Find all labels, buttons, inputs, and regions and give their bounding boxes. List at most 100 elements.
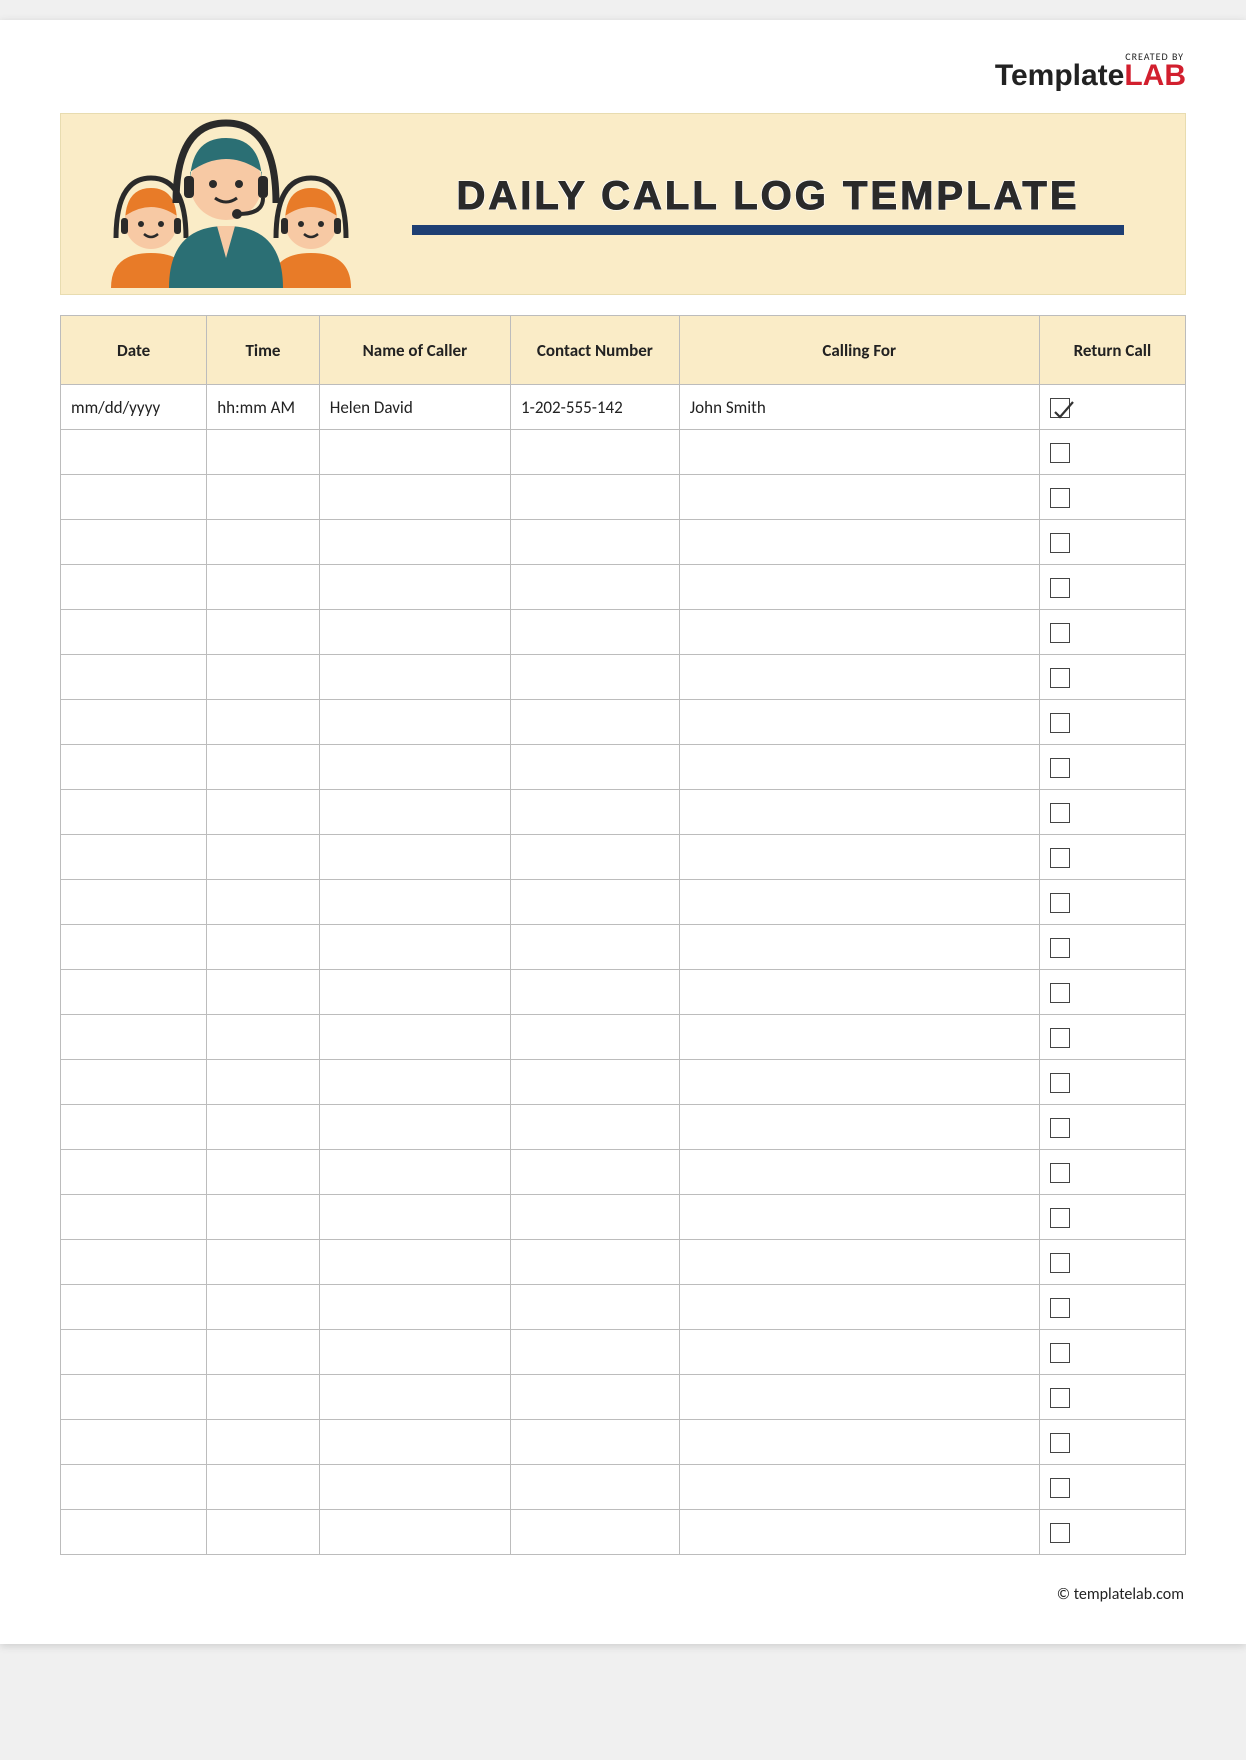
cell-name[interactable]	[319, 1420, 510, 1465]
cell-calling_for[interactable]	[679, 1330, 1039, 1375]
cell-date[interactable]	[61, 1285, 207, 1330]
cell-calling_for[interactable]	[679, 1150, 1039, 1195]
cell-calling_for[interactable]	[679, 610, 1039, 655]
return-call-checkbox[interactable]	[1050, 578, 1070, 598]
return-call-checkbox[interactable]	[1050, 533, 1070, 553]
cell-contact[interactable]	[511, 610, 680, 655]
cell-time[interactable]	[207, 1015, 320, 1060]
cell-calling_for[interactable]	[679, 970, 1039, 1015]
cell-calling_for[interactable]	[679, 700, 1039, 745]
cell-return-call[interactable]	[1039, 790, 1185, 835]
return-call-checkbox[interactable]	[1050, 938, 1070, 958]
cell-date[interactable]	[61, 700, 207, 745]
cell-contact[interactable]	[511, 790, 680, 835]
cell-time[interactable]	[207, 745, 320, 790]
cell-name[interactable]	[319, 475, 510, 520]
cell-date[interactable]	[61, 1015, 207, 1060]
cell-time[interactable]	[207, 430, 320, 475]
cell-contact[interactable]	[511, 1150, 680, 1195]
cell-return-call[interactable]	[1039, 700, 1185, 745]
cell-name[interactable]	[319, 565, 510, 610]
cell-return-call[interactable]	[1039, 385, 1185, 430]
cell-time[interactable]	[207, 655, 320, 700]
return-call-checkbox[interactable]	[1050, 668, 1070, 688]
cell-contact[interactable]	[511, 1375, 680, 1420]
cell-calling_for[interactable]	[679, 1105, 1039, 1150]
cell-calling_for[interactable]	[679, 1060, 1039, 1105]
cell-name[interactable]	[319, 430, 510, 475]
return-call-checkbox[interactable]	[1050, 1163, 1070, 1183]
return-call-checkbox[interactable]	[1050, 488, 1070, 508]
cell-date[interactable]	[61, 655, 207, 700]
cell-return-call[interactable]	[1039, 1060, 1185, 1105]
return-call-checkbox[interactable]	[1050, 758, 1070, 778]
return-call-checkbox[interactable]	[1050, 1028, 1070, 1048]
cell-time[interactable]	[207, 1330, 320, 1375]
cell-contact[interactable]	[511, 1105, 680, 1150]
cell-date[interactable]	[61, 970, 207, 1015]
cell-return-call[interactable]	[1039, 1285, 1185, 1330]
cell-return-call[interactable]	[1039, 565, 1185, 610]
return-call-checkbox[interactable]	[1050, 1073, 1070, 1093]
cell-return-call[interactable]	[1039, 745, 1185, 790]
cell-contact[interactable]	[511, 1285, 680, 1330]
cell-contact[interactable]	[511, 835, 680, 880]
cell-return-call[interactable]	[1039, 475, 1185, 520]
cell-name[interactable]	[319, 1330, 510, 1375]
cell-contact[interactable]	[511, 1465, 680, 1510]
cell-contact[interactable]	[511, 1195, 680, 1240]
cell-time[interactable]	[207, 1375, 320, 1420]
cell-return-call[interactable]	[1039, 1195, 1185, 1240]
cell-time[interactable]: hh:mm AM	[207, 385, 320, 430]
return-call-checkbox[interactable]	[1050, 713, 1070, 733]
cell-name[interactable]	[319, 1015, 510, 1060]
cell-return-call[interactable]	[1039, 1375, 1185, 1420]
cell-contact[interactable]	[511, 1420, 680, 1465]
return-call-checkbox[interactable]	[1050, 983, 1070, 1003]
cell-name[interactable]	[319, 790, 510, 835]
cell-calling_for[interactable]	[679, 790, 1039, 835]
cell-contact[interactable]	[511, 655, 680, 700]
cell-time[interactable]	[207, 700, 320, 745]
cell-time[interactable]	[207, 1465, 320, 1510]
cell-date[interactable]	[61, 1060, 207, 1105]
cell-calling_for[interactable]	[679, 1420, 1039, 1465]
cell-time[interactable]	[207, 1105, 320, 1150]
cell-date[interactable]	[61, 835, 207, 880]
cell-return-call[interactable]	[1039, 1420, 1185, 1465]
cell-name[interactable]	[319, 1195, 510, 1240]
cell-return-call[interactable]	[1039, 1330, 1185, 1375]
cell-date[interactable]	[61, 610, 207, 655]
cell-calling_for[interactable]	[679, 925, 1039, 970]
cell-date[interactable]: mm/dd/yyyy	[61, 385, 207, 430]
cell-calling_for[interactable]	[679, 1510, 1039, 1555]
return-call-checkbox[interactable]	[1050, 623, 1070, 643]
cell-date[interactable]	[61, 1330, 207, 1375]
cell-calling_for[interactable]	[679, 655, 1039, 700]
cell-calling_for[interactable]	[679, 1465, 1039, 1510]
return-call-checkbox[interactable]	[1050, 893, 1070, 913]
cell-return-call[interactable]	[1039, 1510, 1185, 1555]
cell-return-call[interactable]	[1039, 1015, 1185, 1060]
cell-name[interactable]	[319, 925, 510, 970]
cell-date[interactable]	[61, 430, 207, 475]
cell-time[interactable]	[207, 1240, 320, 1285]
return-call-checkbox[interactable]	[1050, 1433, 1070, 1453]
cell-name[interactable]	[319, 655, 510, 700]
return-call-checkbox[interactable]	[1050, 1253, 1070, 1273]
cell-time[interactable]	[207, 835, 320, 880]
cell-time[interactable]	[207, 475, 320, 520]
cell-date[interactable]	[61, 790, 207, 835]
return-call-checkbox[interactable]	[1050, 398, 1070, 418]
cell-return-call[interactable]	[1039, 610, 1185, 655]
cell-contact[interactable]	[511, 1015, 680, 1060]
cell-name[interactable]	[319, 1150, 510, 1195]
cell-date[interactable]	[61, 565, 207, 610]
cell-return-call[interactable]	[1039, 520, 1185, 565]
cell-name[interactable]	[319, 520, 510, 565]
cell-calling_for[interactable]	[679, 745, 1039, 790]
cell-calling_for[interactable]	[679, 1285, 1039, 1330]
cell-date[interactable]	[61, 1465, 207, 1510]
cell-return-call[interactable]	[1039, 970, 1185, 1015]
cell-calling_for[interactable]	[679, 880, 1039, 925]
